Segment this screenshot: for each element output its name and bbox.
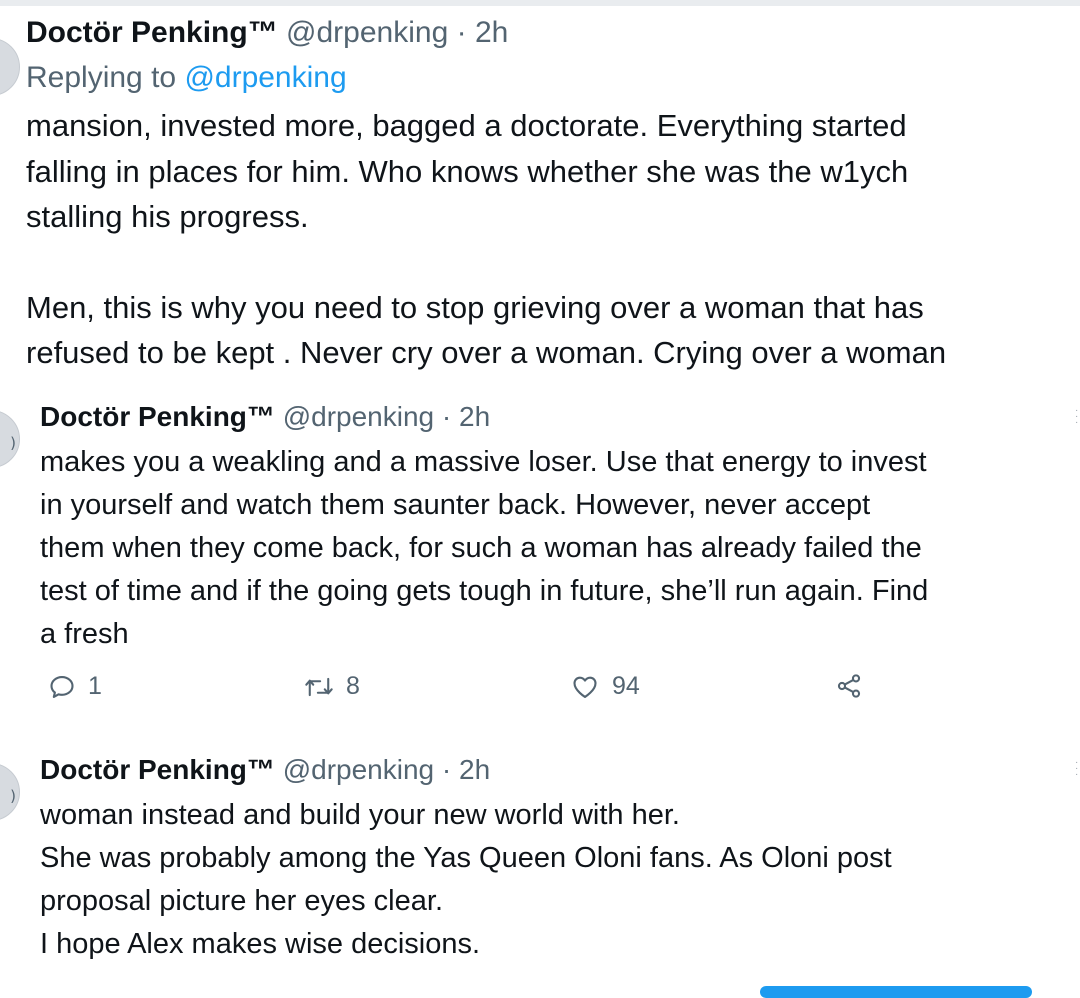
tweet-header: Doctör Penking™ @drpenking · 2h bbox=[40, 754, 1070, 786]
tweet-actions: 1 8 94 bbox=[0, 672, 1080, 712]
separator: · bbox=[434, 754, 459, 785]
share-icon bbox=[834, 672, 864, 700]
avatar-glyph: ) bbox=[10, 434, 16, 452]
tweet-text-line: them when they come back, for such a wom… bbox=[40, 531, 922, 564]
tweet-text-line: refused to be kept . Never cry over a wo… bbox=[26, 335, 947, 370]
separator: · bbox=[448, 16, 475, 49]
like-count: 94 bbox=[612, 672, 640, 700]
retweet-button[interactable]: 8 bbox=[304, 672, 360, 701]
tweet-text: makes you a weakling and a massive loser… bbox=[40, 441, 1070, 656]
author-handle[interactable]: @drpenking bbox=[283, 754, 434, 785]
avatar[interactable]: ) bbox=[0, 410, 20, 468]
reply-icon bbox=[48, 673, 76, 701]
retweet-icon bbox=[304, 673, 334, 701]
tweet-text-line: test of time and if the going gets tough… bbox=[40, 574, 929, 607]
tweet-text-line: proposal picture her eyes clear. bbox=[40, 884, 443, 917]
tweet-text: mansion, invested more, bagged a doctora… bbox=[26, 103, 1080, 376]
separator: · bbox=[434, 401, 459, 432]
tweet-text-line: a fresh bbox=[40, 617, 129, 650]
tweet-text-line: Men, this is why you need to stop grievi… bbox=[26, 289, 924, 325]
reply-button[interactable]: 1 bbox=[48, 672, 102, 701]
replying-to: Replying to @drpenking bbox=[26, 61, 1080, 95]
tweet-text-line: makes you a weakling and a massive loser… bbox=[40, 445, 927, 478]
more-options-icon[interactable]: · · · bbox=[1075, 406, 1080, 428]
author-handle[interactable]: @drpenking bbox=[283, 401, 434, 432]
author-name[interactable]: Doctör Penking™ bbox=[26, 16, 278, 49]
tweet-text-line: mansion, invested more, bagged a doctora… bbox=[26, 108, 907, 143]
tweet-text-line: I hope Alex makes wise decisions. bbox=[40, 927, 481, 960]
tweet-text-line: in yourself and watch them saunter back.… bbox=[40, 488, 871, 521]
tweet-text: woman instead and build your new world w… bbox=[40, 794, 1070, 966]
replying-to-label: Replying to bbox=[26, 61, 185, 94]
timestamp[interactable]: 2h bbox=[459, 401, 490, 432]
bottom-button-edge[interactable] bbox=[760, 986, 1032, 998]
avatar[interactable]: ) bbox=[0, 763, 20, 821]
tweet-header: Doctör Penking™ @drpenking · 2h bbox=[26, 16, 1080, 49]
top-divider bbox=[0, 0, 1080, 6]
timestamp[interactable]: 2h bbox=[459, 754, 490, 785]
author-handle[interactable]: @drpenking bbox=[286, 16, 448, 49]
replying-to-mention[interactable]: @drpenking bbox=[184, 61, 346, 94]
avatar[interactable] bbox=[0, 38, 20, 96]
timestamp[interactable]: 2h bbox=[475, 16, 508, 49]
tweet-text-line: stalling his progress. bbox=[26, 199, 309, 234]
avatar-glyph: ) bbox=[10, 787, 16, 805]
tweet[interactable]: Doctör Penking™ @drpenking · 2h makes yo… bbox=[40, 401, 1070, 656]
reply-count: 1 bbox=[88, 672, 102, 700]
tweet-header: Doctör Penking™ @drpenking · 2h bbox=[40, 401, 1070, 433]
author-name[interactable]: Doctör Penking™ bbox=[40, 401, 275, 432]
more-options-icon[interactable]: · · · bbox=[1075, 758, 1080, 780]
tweet-text-line: woman instead and build your new world w… bbox=[40, 798, 680, 831]
heart-icon bbox=[570, 673, 600, 701]
share-button[interactable] bbox=[834, 672, 864, 700]
tweet[interactable]: Doctör Penking™ @drpenking · 2h Replying… bbox=[26, 16, 1080, 376]
like-button[interactable]: 94 bbox=[570, 672, 640, 701]
tweet-text-line: falling in places for him. Who knows whe… bbox=[26, 153, 909, 189]
tweet-text-line: She was probably among the Yas Queen Olo… bbox=[40, 841, 892, 874]
author-name[interactable]: Doctör Penking™ bbox=[40, 754, 275, 785]
tweet[interactable]: Doctör Penking™ @drpenking · 2h woman in… bbox=[40, 754, 1070, 966]
retweet-count: 8 bbox=[346, 672, 360, 700]
